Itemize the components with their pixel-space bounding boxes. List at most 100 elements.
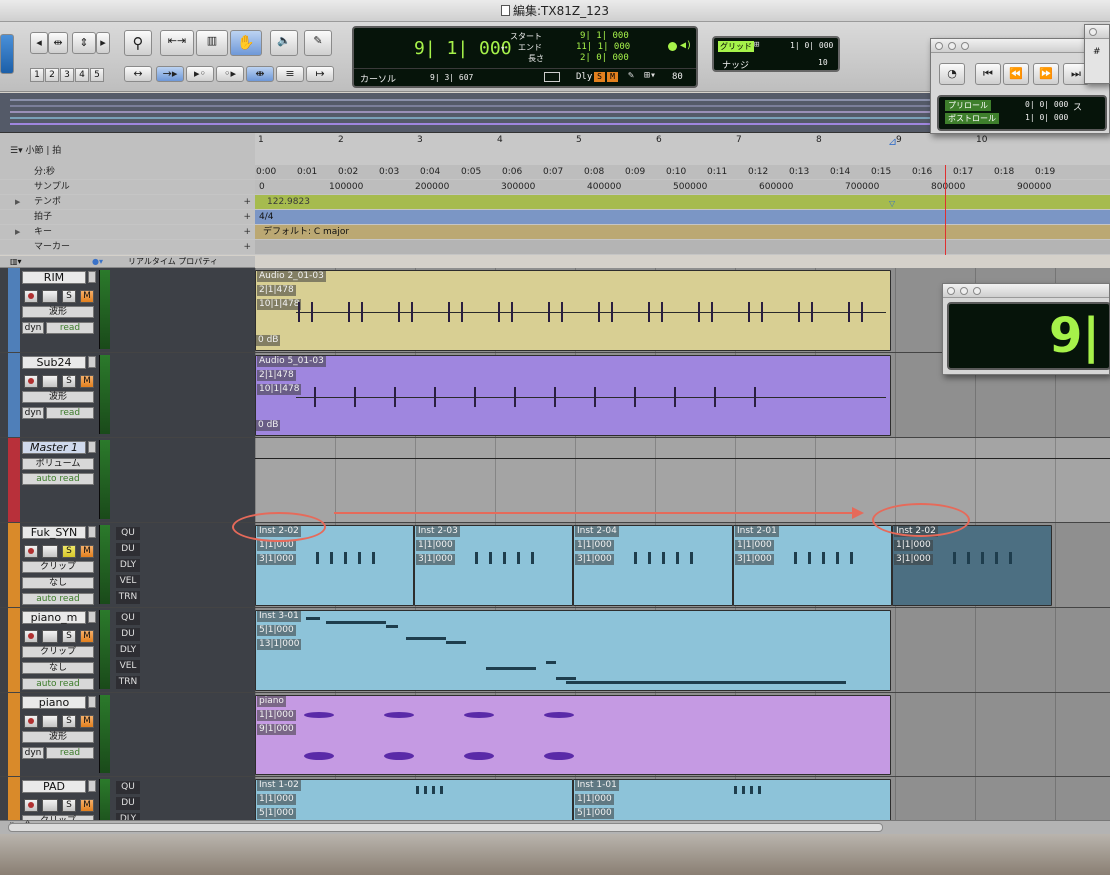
pencil-tool-icon[interactable]: ✎ <box>304 30 332 56</box>
input-monitor-button[interactable] <box>42 545 58 558</box>
track-color-strip[interactable] <box>8 353 20 437</box>
close-icon[interactable] <box>947 287 955 295</box>
automation-mode-selector[interactable]: read <box>46 322 94 334</box>
list-button[interactable]: ≡ <box>276 66 304 82</box>
add-key-icon[interactable]: + <box>243 225 251 239</box>
zoom-icon[interactable] <box>961 42 969 50</box>
automation-mode-selector[interactable]: auto read <box>22 473 94 485</box>
marker-ruler-label[interactable]: マーカー + <box>0 240 255 254</box>
keyfocus-button[interactable]: ↦ <box>306 66 334 82</box>
track-menu-icon[interactable] <box>88 441 96 453</box>
input-monitor-button[interactable] <box>42 630 58 643</box>
track-view-selector[interactable]: クリップ <box>22 646 94 658</box>
ruler-view-icon[interactable]: ☰▾ <box>10 146 25 156</box>
record-enable-button[interactable] <box>24 375 38 388</box>
info-icon[interactable]: ●▾ <box>92 256 103 268</box>
record-enable-button[interactable] <box>24 799 38 812</box>
rtp-du-button[interactable]: DU <box>116 543 140 556</box>
mute-button[interactable]: M <box>80 375 94 388</box>
zoom-panel-button[interactable] <box>0 34 14 74</box>
zoom-preset-4[interactable]: 4 <box>75 68 89 82</box>
track-menu-icon[interactable] <box>88 271 96 283</box>
m-button[interactable]: M <box>607 72 618 82</box>
track-view-selector[interactable]: ボリューム <box>22 458 94 470</box>
track-view-selector[interactable]: 波形 <box>22 731 94 743</box>
clip-region[interactable]: Inst 2-03 1|1|000 3|1|000 <box>414 525 573 606</box>
grid-value[interactable]: 1| 0| 000 <box>790 41 833 50</box>
track-lane[interactable]: piano 1|1|000 9|1|000 <box>255 693 1110 776</box>
minimize-icon[interactable] <box>960 287 968 295</box>
rtp-qu-button[interactable]: QU <box>116 781 140 794</box>
dyn-selector[interactable]: dyn <box>22 322 44 334</box>
bars-ruler[interactable]: 1 2 3 4 5 6 7 8 9 10 ⊿ <box>255 133 1110 169</box>
track-color-strip[interactable] <box>8 608 20 692</box>
track-lane[interactable]: Inst 2-02 1|1|000 3|1|000 Inst 2-03 1|1|000 3… <box>255 523 1110 607</box>
rtp-du-button[interactable]: DU <box>116 797 140 810</box>
record-enable-button[interactable] <box>24 290 38 303</box>
meter-icon[interactable]: ⊞▾ <box>644 70 656 81</box>
scroll-thumb[interactable] <box>8 823 883 832</box>
rtp-du-button[interactable]: DU <box>116 628 140 641</box>
track-name[interactable]: Sub24 <box>22 356 86 369</box>
zoomer-tool-icon[interactable]: ⚲ <box>124 30 152 56</box>
master-volume-line[interactable] <box>255 458 1110 459</box>
online-button[interactable]: ◔ <box>939 63 965 85</box>
main-counter[interactable]: 9| 1| 000 ▾ スタート エンド 長さ 9| 1| 000 11| 1|… <box>352 26 698 88</box>
rewind-icon[interactable]: ⏪ <box>1003 63 1029 85</box>
fast-forward-icon[interactable]: ⏩ <box>1033 63 1059 85</box>
nudge-label[interactable]: ナッジ <box>722 58 749 71</box>
preroll-value[interactable]: 0| 0| 000 <box>1025 100 1068 109</box>
postroll-label[interactable]: ポストロール <box>945 113 999 124</box>
track-lane[interactable]: Inst 3-01 5|1|000 13|1|000 <box>255 608 1110 692</box>
clip-gain[interactable]: 0 dB <box>256 420 281 431</box>
track-name[interactable]: Master 1 <box>22 441 86 454</box>
expand-triangle-icon[interactable]: ▶ <box>15 225 20 239</box>
return-to-zero-icon[interactable]: ⏮ <box>975 63 1001 85</box>
track-view-selector[interactable]: クリップ <box>22 561 94 573</box>
clip-gain[interactable]: 0 dB <box>256 335 281 346</box>
zoom-vertical-button[interactable]: ⇕ <box>72 32 96 54</box>
selector-tool-icon[interactable]: ▥ <box>196 30 228 56</box>
clip-region[interactable]: piano 1|1|000 9|1|000 <box>255 695 891 775</box>
expand-triangle-icon[interactable]: ▶ <box>15 195 20 209</box>
close-icon[interactable] <box>935 42 943 50</box>
solo-button[interactable]: S <box>62 715 76 728</box>
record-enable-button[interactable] <box>24 715 38 728</box>
automation-mode-selector[interactable]: auto read <box>22 593 94 605</box>
clip-region[interactable]: Inst 1-02 1|1|000 5|1|000 <box>255 779 573 820</box>
track-view-selector[interactable]: 波形 <box>22 391 94 403</box>
track-color-strip[interactable] <box>8 268 20 352</box>
dly-label[interactable]: Dly <box>576 72 592 82</box>
tempo-marker-icon[interactable]: ▽ <box>889 197 895 211</box>
counter-dropdown-icon[interactable]: ▾ <box>500 44 505 54</box>
nudge-value[interactable]: 10 <box>818 58 828 67</box>
clip-region[interactable]: Inst 2-02 1|1|000 3|1|000 <box>892 525 1052 606</box>
automation-mode-selector[interactable]: read <box>46 747 94 759</box>
record-enable-button[interactable] <box>24 545 38 558</box>
mute-button[interactable]: M <box>80 715 94 728</box>
solo-button[interactable]: S <box>62 375 76 388</box>
zoom-preset-3[interactable]: 3 <box>60 68 74 82</box>
postroll-value[interactable]: 1| 0| 000 <box>1025 113 1068 122</box>
grabber-tool-icon[interactable]: ✋ <box>230 30 262 56</box>
track-color-strip[interactable] <box>8 693 20 776</box>
timebase-ruler-header[interactable]: ☰▾ 小節 | 拍 <box>0 133 255 169</box>
input-monitor-button[interactable] <box>42 799 58 812</box>
key-ruler-label[interactable]: ▶ キー + <box>0 225 255 239</box>
clip-region[interactable]: Inst 1-01 1|1|000 5|1|000 <box>573 779 891 820</box>
rtp-dly-button[interactable]: DLY <box>116 644 140 657</box>
tempo-ruler-label[interactable]: ▶ テンポ + <box>0 195 255 209</box>
tempo-ruler[interactable]: 122.9823 ▽ <box>255 195 1110 209</box>
transport-window-titlebar[interactable] <box>931 39 1109 53</box>
track-lane[interactable]: Inst 1-02 1|1|000 5|1|000 Inst 1-01 1|1|000 5… <box>255 777 1110 820</box>
solo-button[interactable]: S <box>62 290 76 303</box>
meter-ruler[interactable]: 4/4 <box>255 210 1110 224</box>
zoom-horizontal-in-button[interactable]: ⇹ <box>48 32 68 54</box>
length-value[interactable]: 2| 0| 000 <box>580 53 629 63</box>
end-value[interactable]: 11| 1| 000 <box>576 42 630 52</box>
record-enable-button[interactable] <box>24 630 38 643</box>
track-name[interactable]: Fuk_SYN <box>22 526 86 539</box>
clip-region[interactable]: Audio 5_01-03 2|1|478 10|1|478 <box>255 355 891 436</box>
horizontal-scrollbar[interactable]: ⇤ ⇧ <box>0 820 1110 834</box>
slip-mode-button[interactable]: →▸ <box>156 66 184 82</box>
